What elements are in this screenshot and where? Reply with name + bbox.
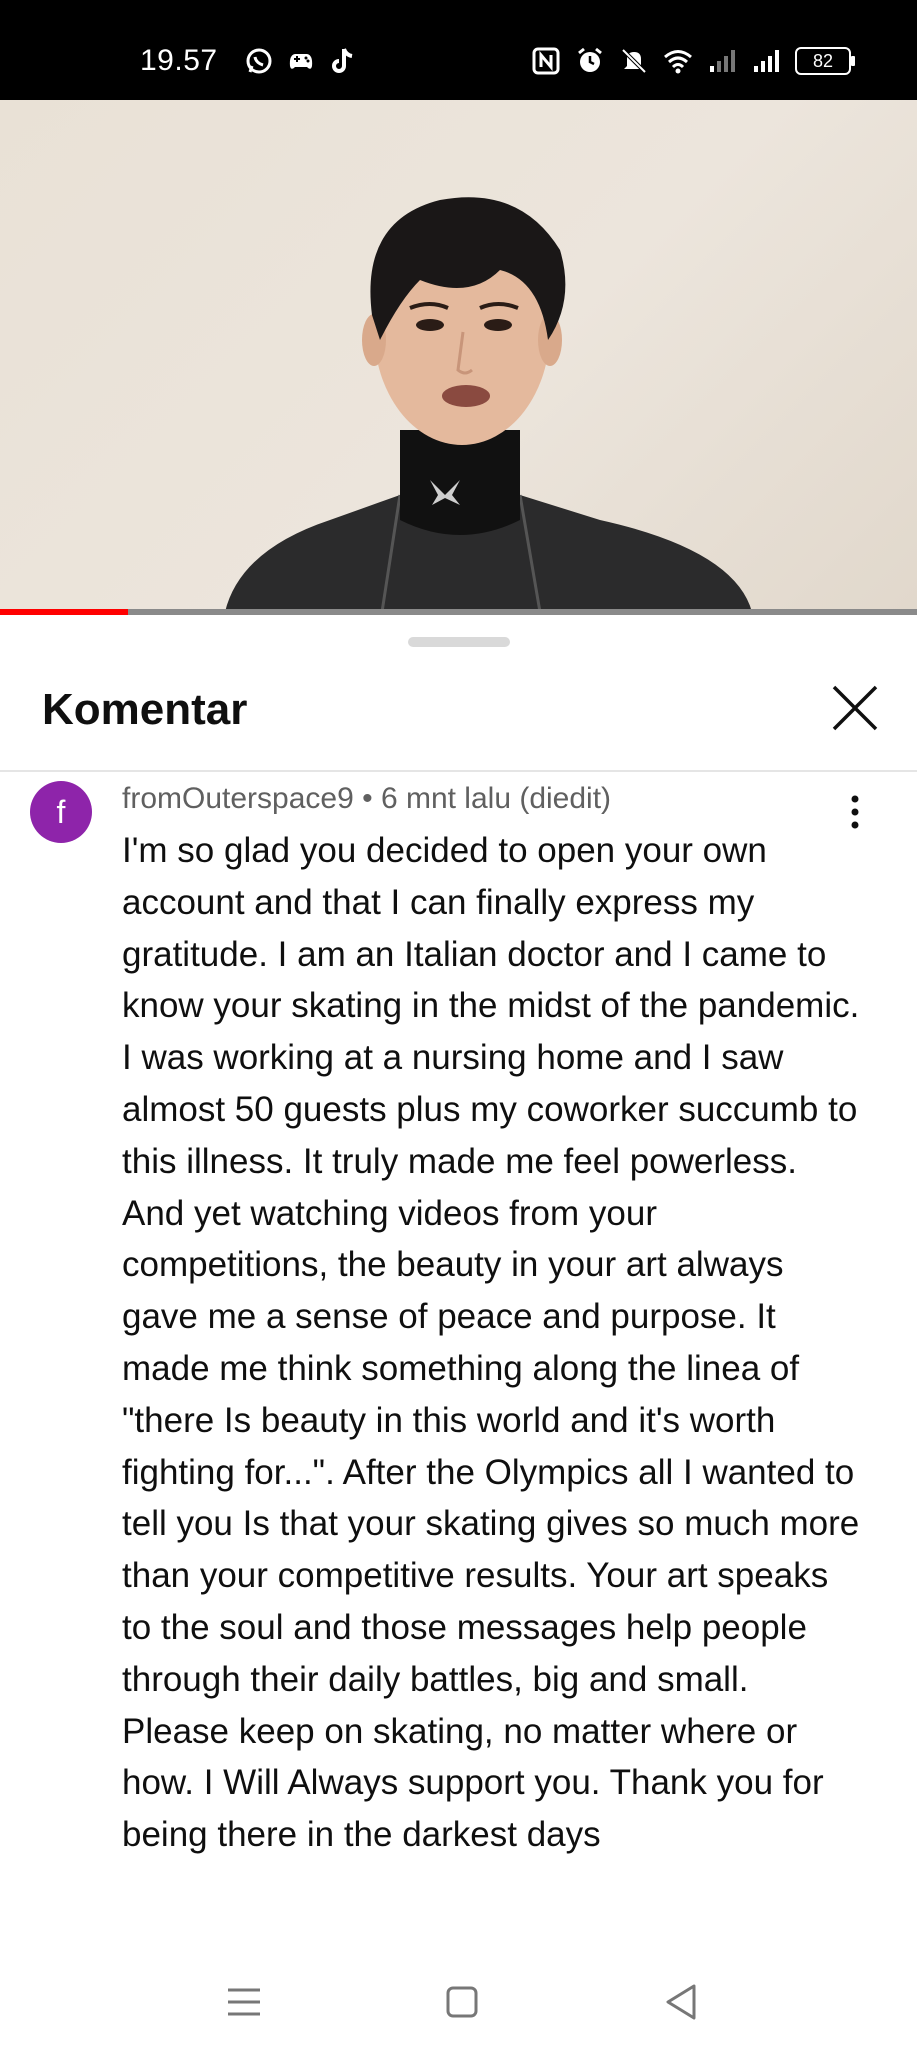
comment-meta: fromOuterspace9 • 6 mnt lalu (diedit)	[122, 782, 612, 815]
home-icon[interactable]	[440, 1980, 484, 2024]
gamepad-icon	[289, 54, 313, 69]
alarm-icon	[578, 47, 602, 72]
status-time: 19.57	[140, 44, 218, 77]
nfc-icon	[532, 47, 560, 75]
menu-icon[interactable]	[222, 1980, 266, 2024]
comment-text: I'm so glad you decided to open your own…	[122, 831, 860, 1855]
back-icon[interactable]	[660, 1980, 704, 2024]
tiktok-icon	[332, 48, 353, 73]
status-left-icons	[244, 46, 358, 76]
signal-icon	[710, 50, 735, 72]
status-bar: 19.57 82	[0, 0, 917, 100]
battery-indicator: 82	[795, 47, 855, 75]
video-frame	[225, 197, 752, 612]
drag-handle[interactable]	[408, 637, 510, 647]
system-nav-bar	[0, 1960, 917, 2048]
whatsapp-icon	[246, 48, 272, 74]
status-right-icons: 82	[531, 46, 855, 76]
close-icon[interactable]	[830, 683, 880, 733]
avatar-letter: f	[56, 793, 66, 830]
avatar[interactable]: f	[30, 781, 92, 843]
mute-icon	[621, 48, 647, 74]
divider	[0, 770, 917, 772]
video-player[interactable]	[0, 100, 917, 612]
wifi-icon	[664, 50, 692, 74]
signal-icon	[754, 50, 779, 72]
battery-level: 82	[812, 50, 834, 71]
comments-title: Komentar	[42, 685, 248, 734]
